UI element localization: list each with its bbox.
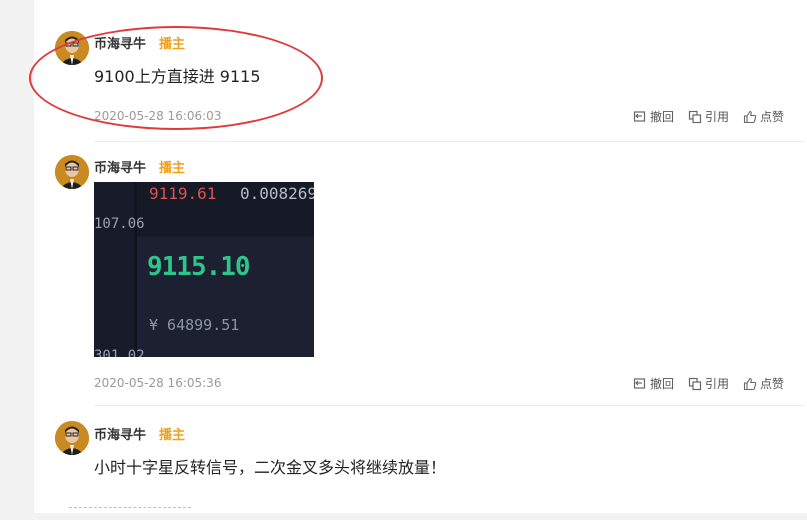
avatar-image [55, 421, 89, 455]
reply-box-edge [69, 507, 191, 520]
quote-button[interactable]: 引用 [688, 108, 729, 125]
host-badge: 播主 [159, 37, 186, 52]
divider [94, 405, 804, 406]
image-left-column [94, 182, 136, 357]
quote-label: 引用 [705, 377, 730, 391]
like-button[interactable]: 点赞 [743, 108, 784, 125]
withdraw-icon [633, 110, 646, 122]
quote-label: 引用 [705, 110, 730, 124]
author-name[interactable]: 币海寻牛 [94, 33, 146, 52]
image-left-price: 107.06 [94, 216, 145, 232]
withdraw-label: 撤回 [650, 110, 675, 124]
thumbs-up-icon [743, 377, 757, 390]
like-button[interactable]: 点赞 [743, 375, 784, 392]
host-badge: 播主 [159, 161, 186, 176]
image-top-price: 9119.61 [149, 184, 217, 203]
avatar[interactable] [55, 421, 89, 455]
avatar[interactable] [55, 155, 89, 189]
author-name[interactable]: 币海寻牛 [94, 157, 146, 176]
avatar-image [55, 31, 89, 65]
like-label: 点赞 [760, 377, 785, 391]
post-content: 9100上方直接进 9115 [94, 67, 261, 86]
host-badge: 播主 [159, 428, 186, 443]
image-cny-price: ¥ 64899.51 [149, 316, 240, 334]
withdraw-icon [633, 377, 646, 389]
image-bottom-left-value: 301.02 [94, 348, 145, 357]
quote-icon [688, 377, 702, 390]
image-main-price: 9115.10 [147, 252, 251, 282]
thumbs-up-icon [743, 110, 757, 123]
withdraw-button[interactable]: 撤回 [633, 375, 674, 392]
divider [94, 141, 804, 142]
quote-icon [688, 110, 702, 123]
quote-button[interactable]: 引用 [688, 375, 729, 392]
withdraw-button[interactable]: 撤回 [633, 108, 674, 125]
post-timestamp: 2020-05-28 16:06:03 [94, 109, 222, 123]
image-top-right-value: 0.008269 [240, 184, 314, 203]
post-timestamp: 2020-05-28 16:05:36 [94, 376, 222, 390]
avatar[interactable] [55, 31, 89, 65]
withdraw-label: 撤回 [650, 377, 675, 391]
avatar-image [55, 155, 89, 189]
post-content: 小时十字星反转信号，二次金叉多头将继续放量！ [94, 458, 447, 477]
author-name[interactable]: 币海寻牛 [94, 424, 146, 443]
post-image[interactable]: 9119.61 0.008269 107.06 9115.10 ¥ 64899.… [94, 182, 314, 357]
like-label: 点赞 [760, 110, 785, 124]
